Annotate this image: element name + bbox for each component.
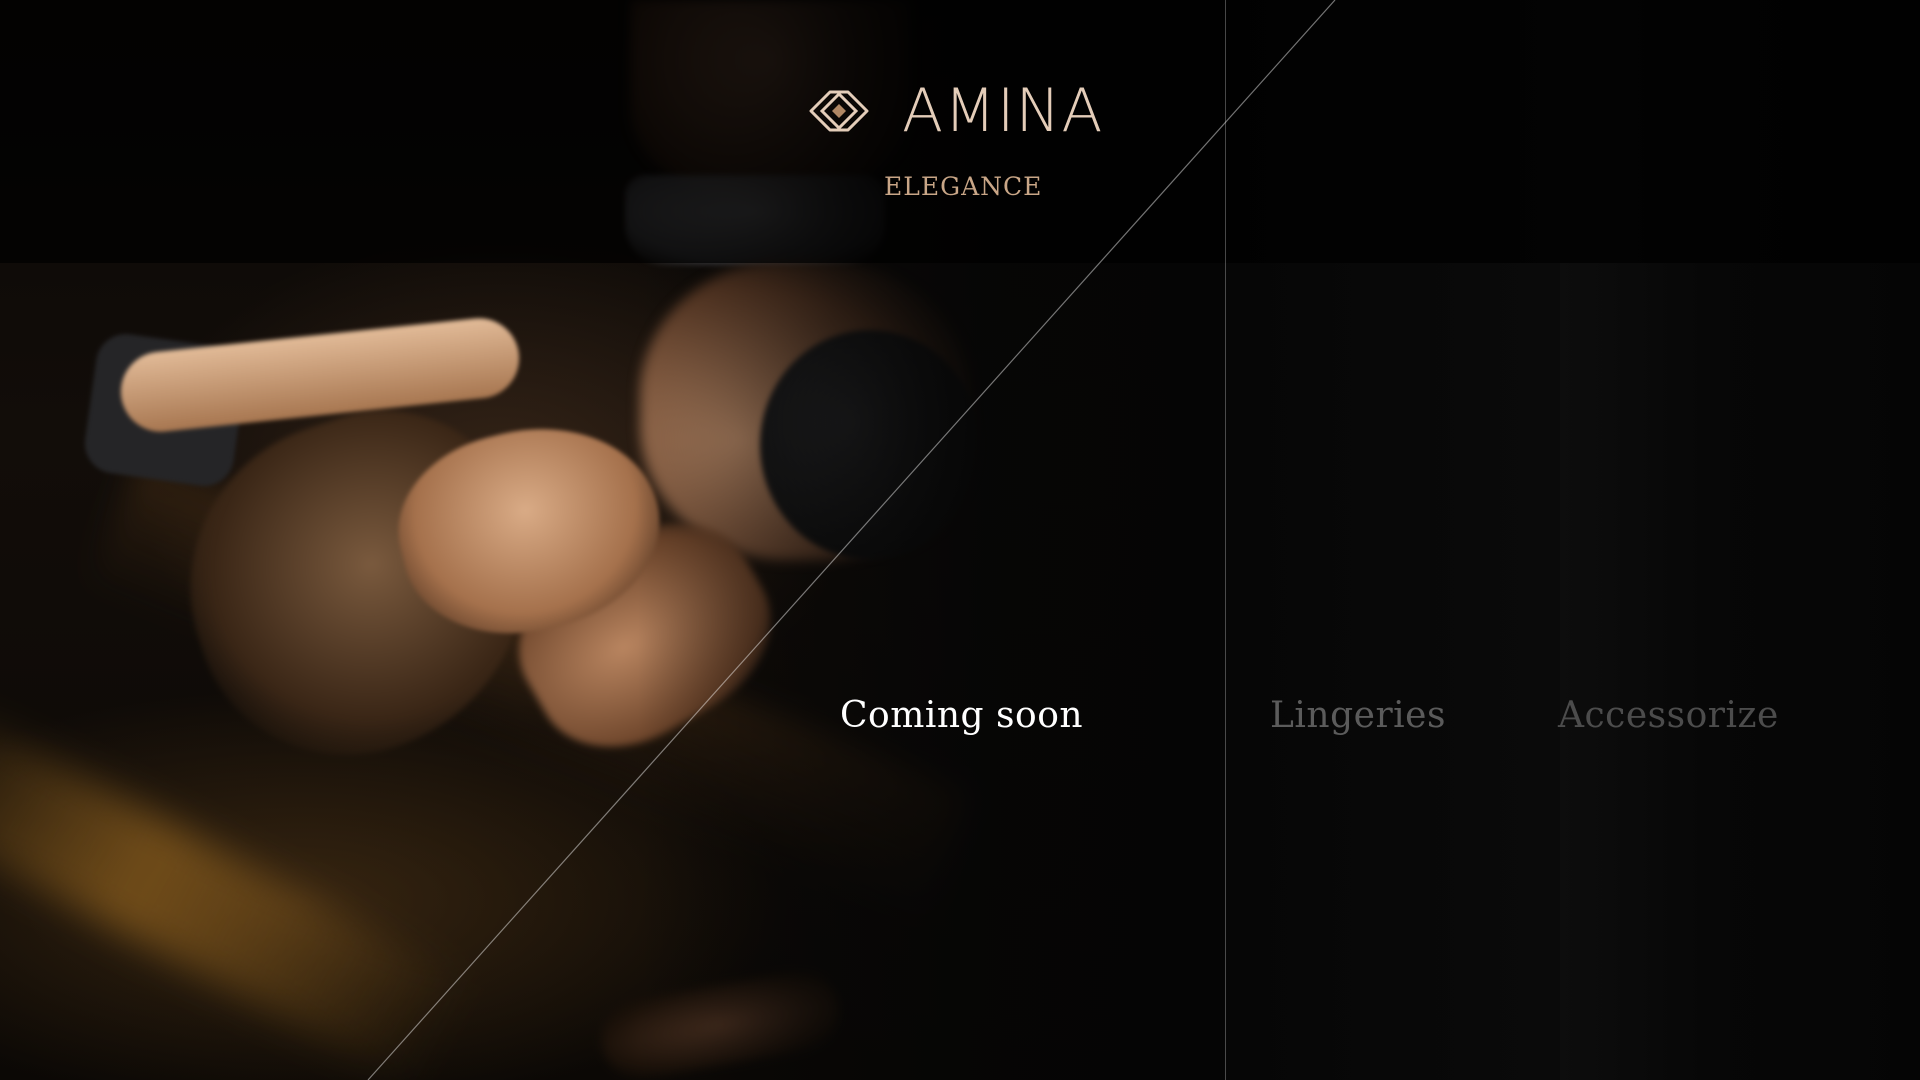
vertical-divider	[1225, 0, 1226, 1080]
brand-logo[interactable]: AMINA	[800, 78, 1103, 144]
brand-name: AMINA	[902, 76, 1104, 146]
nav-lingeries[interactable]: Lingeries	[1270, 690, 1446, 742]
nav-accessorize[interactable]: Accessorize	[1558, 690, 1779, 742]
brand-tagline: ELEGANCE	[884, 172, 1043, 201]
landing-page: AMINA ELEGANCE Coming soon Lingeries Acc…	[0, 0, 1920, 1080]
nav-coming-soon[interactable]: Coming soon	[840, 690, 1083, 742]
diamond-logo-icon	[809, 90, 869, 132]
